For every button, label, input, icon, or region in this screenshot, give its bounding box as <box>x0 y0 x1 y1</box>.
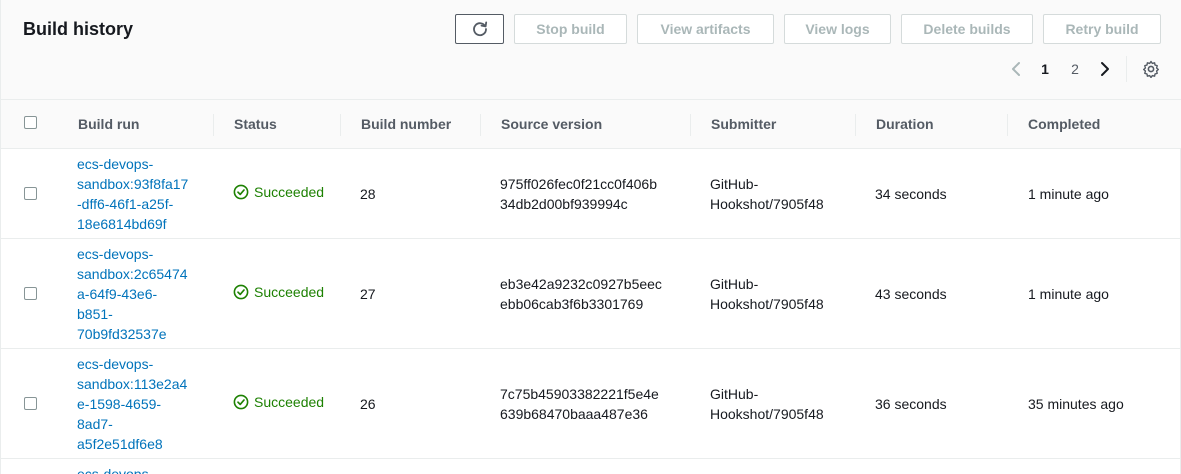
delete-builds-button[interactable]: Delete builds <box>901 14 1033 44</box>
submitter: GitHub- Hookshot/7905f48 <box>710 384 824 424</box>
page-title: Build history <box>23 19 134 39</box>
completed-time: 1 minute ago <box>1028 186 1109 202</box>
build-run-link[interactable]: ecs-devops- sandbox:2c65474 a-64f9-43e6-… <box>77 244 207 344</box>
build-run-link-line[interactable]: b851- <box>77 304 207 324</box>
completed-time: 1 minute ago <box>1028 286 1109 302</box>
source-version: eb3e42a9232c0927b5eec ebb06cab3f6b330176… <box>500 274 662 314</box>
column-header-duration[interactable]: Duration <box>876 116 934 132</box>
build-run-link-line[interactable]: a5f2e51df6e8 <box>77 434 207 454</box>
build-run-link[interactable]: ecs-devops- sandbox:93f8fa17 -dff6-46f1-… <box>77 154 207 234</box>
table-row: ecs-devops- <box>1 459 1181 474</box>
source-version-line: ebb06cab3f6b3301769 <box>500 296 644 312</box>
submitter-line: Hookshot/7905f48 <box>710 296 824 312</box>
column-header-build-run[interactable]: Build run <box>78 116 139 132</box>
submitter-line: GitHub- <box>710 386 759 402</box>
row-checkbox[interactable] <box>24 287 37 300</box>
submitter-line: Hookshot/7905f48 <box>710 406 824 422</box>
submitter-line: Hookshot/7905f48 <box>710 196 824 212</box>
view-logs-button[interactable]: View logs <box>784 14 891 44</box>
table-row: ecs-devops- sandbox:93f8fa17 -dff6-46f1-… <box>1 149 1181 239</box>
column-header-completed[interactable]: Completed <box>1028 116 1100 132</box>
source-version: 975ff026fec0f21cc0f406b 34db2d00bf939994… <box>500 174 657 214</box>
chevron-left-icon <box>1012 62 1020 76</box>
completed-time: 35 minutes ago <box>1028 396 1124 412</box>
build-run-link[interactable]: ecs-devops- <box>77 464 207 474</box>
page-1-link[interactable]: 1 <box>1035 58 1055 80</box>
column-header-build-number[interactable]: Build number <box>361 116 451 132</box>
source-version-line: 975ff026fec0f21cc0f406b <box>500 176 657 192</box>
build-run-link-line[interactable]: 70b9fd32537e <box>77 324 207 344</box>
status-badge: Succeeded <box>233 394 324 410</box>
refresh-button[interactable] <box>455 14 504 44</box>
column-divider <box>480 114 481 136</box>
build-number: 28 <box>360 186 376 202</box>
build-run-link-line[interactable]: -dff6-46f1-a25f- <box>77 194 207 214</box>
source-version-line: 639b68470baaa487e36 <box>500 406 648 422</box>
column-divider <box>855 114 856 136</box>
column-divider <box>213 114 214 136</box>
build-run-link-line[interactable]: ecs-devops- <box>77 464 207 474</box>
build-run-link-line[interactable]: ecs-devops- <box>77 244 207 264</box>
duration: 36 seconds <box>875 396 947 412</box>
build-history-panel: Build history Stop build View artifacts … <box>0 0 1181 474</box>
duration: 43 seconds <box>875 286 947 302</box>
check-circle-icon <box>233 394 249 410</box>
table-row: ecs-devops- sandbox:113e2a4 e-1598-4659-… <box>1 349 1181 459</box>
status-text: Succeeded <box>254 394 325 410</box>
build-run-link-line[interactable]: 8ad7- <box>77 414 207 434</box>
status-badge: Succeeded <box>233 184 324 200</box>
source-version-line: eb3e42a9232c0927b5eec <box>500 276 662 292</box>
build-run-link-line[interactable]: sandbox:93f8fa17 <box>77 174 207 194</box>
stop-build-button[interactable]: Stop build <box>514 14 627 44</box>
build-number: 27 <box>360 286 376 302</box>
column-divider <box>1007 114 1008 136</box>
build-run-link[interactable]: ecs-devops- sandbox:113e2a4 e-1598-4659-… <box>77 354 207 454</box>
refresh-icon <box>472 21 487 37</box>
build-run-link-line[interactable]: sandbox:2c65474 <box>77 264 207 284</box>
submitter: GitHub- Hookshot/7905f48 <box>710 174 824 214</box>
duration: 34 seconds <box>875 186 947 202</box>
source-version: 7c75b45903382221f5e4e 639b68470baaa487e3… <box>500 384 659 424</box>
source-version-line: 7c75b45903382221f5e4e <box>500 386 659 402</box>
check-circle-icon <box>233 284 249 300</box>
pagination-divider <box>1126 56 1127 82</box>
check-circle-icon <box>233 184 249 200</box>
prev-page-button[interactable] <box>1006 58 1026 80</box>
preferences-button[interactable] <box>1140 58 1162 80</box>
status-text: Succeeded <box>254 284 325 300</box>
retry-build-button[interactable]: Retry build <box>1043 14 1161 44</box>
page-2-link[interactable]: 2 <box>1065 58 1085 80</box>
source-version-line: 34db2d00bf939994c <box>500 196 628 212</box>
column-header-status[interactable]: Status <box>234 116 277 132</box>
table-row: ecs-devops- sandbox:2c65474 a-64f9-43e6-… <box>1 239 1181 349</box>
gear-icon <box>1143 60 1159 78</box>
column-divider <box>340 114 341 136</box>
chevron-right-icon <box>1101 62 1109 76</box>
view-artifacts-button[interactable]: View artifacts <box>637 14 774 44</box>
next-page-button[interactable] <box>1095 58 1115 80</box>
build-run-link-line[interactable]: a-64f9-43e6- <box>77 284 207 304</box>
column-header-submitter[interactable]: Submitter <box>711 116 776 132</box>
column-divider <box>690 114 691 136</box>
build-run-link-line[interactable]: ecs-devops- <box>77 354 207 374</box>
build-run-link-line[interactable]: sandbox:113e2a4 <box>77 374 207 394</box>
build-number: 26 <box>360 396 376 412</box>
submitter-line: GitHub- <box>710 276 759 292</box>
column-header-source-version[interactable]: Source version <box>501 116 602 132</box>
select-all-checkbox[interactable] <box>24 116 37 129</box>
panel-header: Build history Stop build View artifacts … <box>1 0 1181 100</box>
row-checkbox[interactable] <box>24 397 37 410</box>
build-run-link-line[interactable]: 18e6814bd69f <box>77 214 207 234</box>
build-run-link-line[interactable]: ecs-devops- <box>77 154 207 174</box>
build-run-link-line[interactable]: e-1598-4659- <box>77 394 207 414</box>
status-badge: Succeeded <box>233 284 324 300</box>
status-text: Succeeded <box>254 184 325 200</box>
row-checkbox[interactable] <box>24 187 37 200</box>
submitter: GitHub- Hookshot/7905f48 <box>710 274 824 314</box>
submitter-line: GitHub- <box>710 176 759 192</box>
table-header: Build run Status Build number Source ver… <box>1 100 1181 149</box>
